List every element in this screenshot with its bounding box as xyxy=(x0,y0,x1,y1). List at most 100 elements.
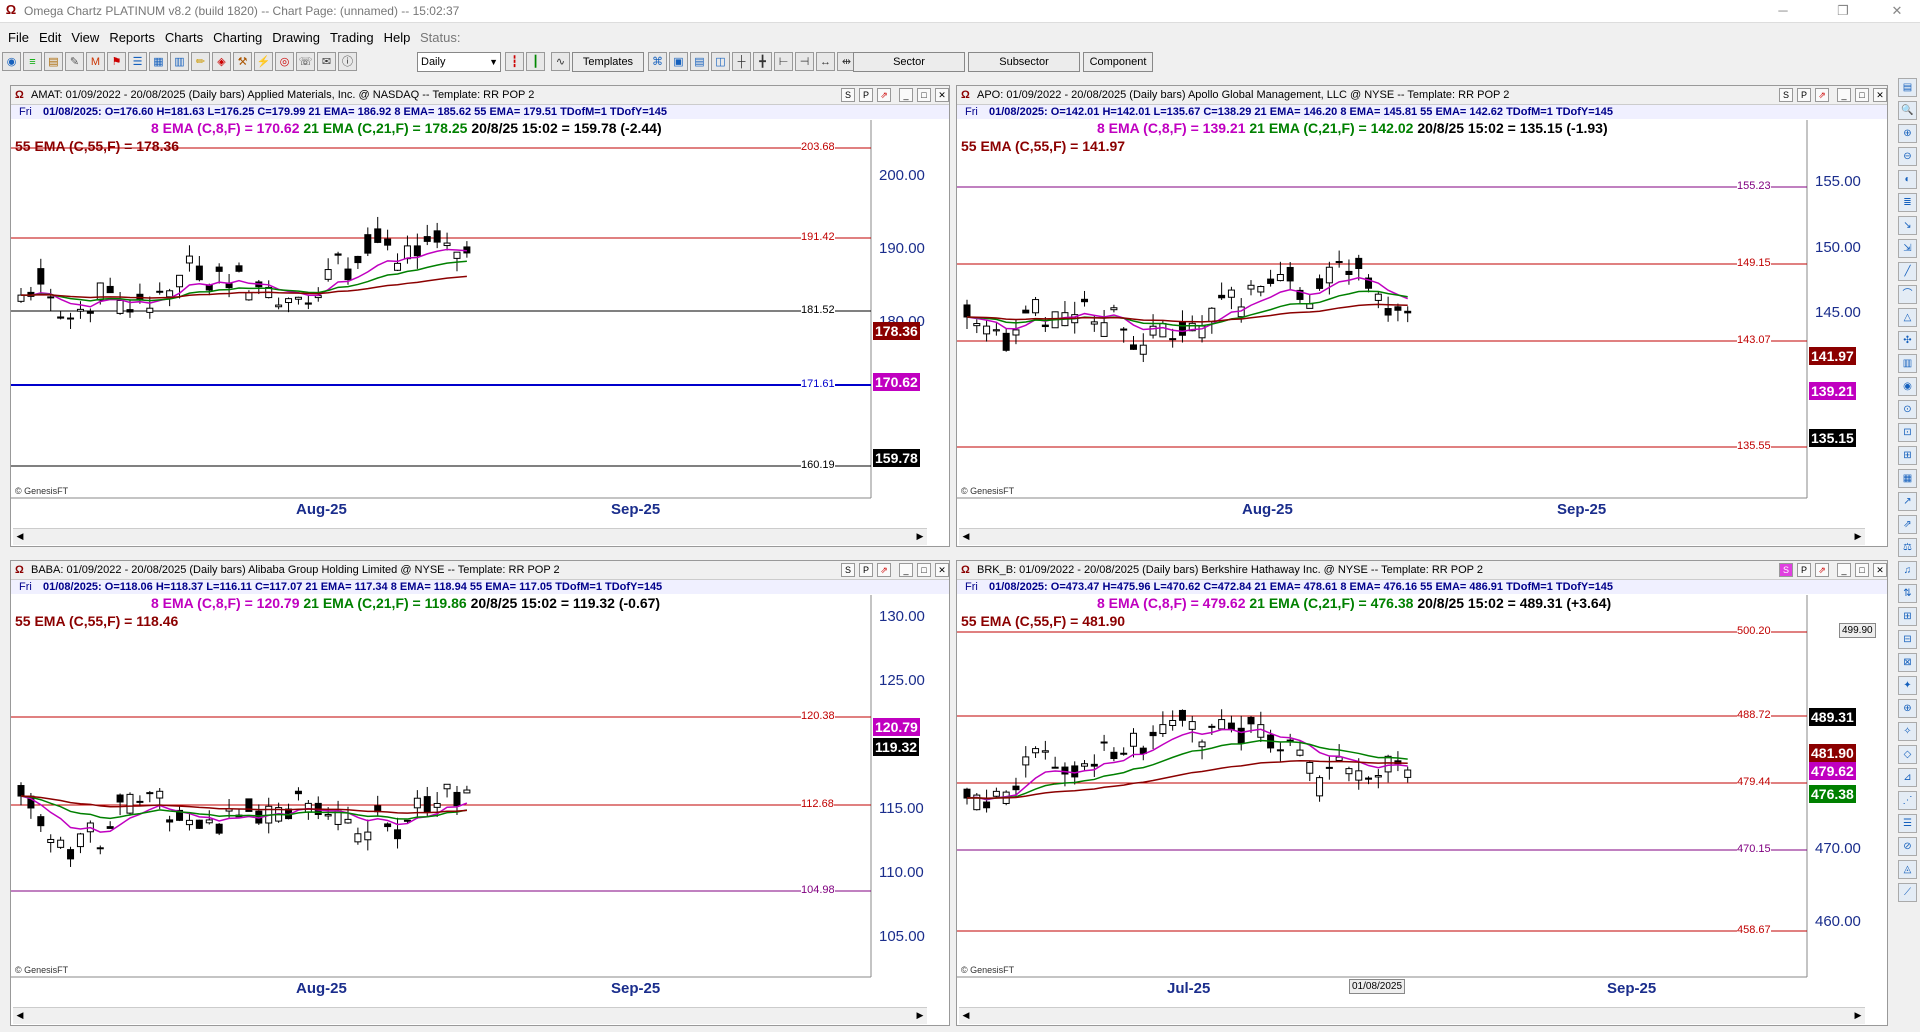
drawing-tool-4-icon[interactable]: ⊖ xyxy=(1898,147,1917,166)
menu-help[interactable]: Help xyxy=(379,27,416,49)
chart-panel-amat[interactable]: Ω AMAT: 01/09/2022 - 20/08/2025 (Daily ba… xyxy=(10,85,950,547)
drawing-tool-35-icon[interactable]: ◬ xyxy=(1898,860,1917,879)
phone-icon[interactable]: ☏ xyxy=(296,52,315,71)
drawing-tool-1-icon[interactable]: ▤ xyxy=(1898,78,1917,97)
menu-reports[interactable]: Reports xyxy=(104,27,160,49)
traffic-light-icon[interactable]: ≡ xyxy=(23,52,42,71)
menu-view[interactable]: View xyxy=(66,27,104,49)
menu-charts[interactable]: Charts xyxy=(160,27,208,49)
globe-icon[interactable]: ◉ xyxy=(2,52,21,71)
target-icon[interactable]: ◎ xyxy=(275,52,294,71)
drawing-tool-36-icon[interactable]: ⟋ xyxy=(1898,883,1917,902)
drawing-tool-15-icon[interactable]: ⊙ xyxy=(1898,400,1917,419)
span-left-icon[interactable]: ⊢ xyxy=(774,52,793,71)
close-icon[interactable]: ✕ xyxy=(1874,0,1920,22)
drawing-tool-10-icon[interactable]: ⌒ xyxy=(1898,285,1917,304)
table-icon[interactable]: ▥ xyxy=(170,52,189,71)
menu-edit[interactable]: Edit xyxy=(34,27,66,49)
tool-icon[interactable]: ⚒ xyxy=(233,52,252,71)
drawing-tool-32-icon[interactable]: ⋰ xyxy=(1898,791,1917,810)
drawing-tool-33-icon[interactable]: ☰ xyxy=(1898,814,1917,833)
drawing-tool-29-icon[interactable]: ✧ xyxy=(1898,722,1917,741)
component-button[interactable]: Component xyxy=(1083,52,1153,72)
menu-file[interactable]: File xyxy=(3,27,34,49)
drawing-tool-2-icon[interactable]: 🔍 xyxy=(1898,101,1917,120)
drawing-tool-31-icon[interactable]: ⊿ xyxy=(1898,768,1917,787)
subsector-button[interactable]: Subsector xyxy=(968,52,1080,72)
drawing-tool-21-icon[interactable]: ⚖ xyxy=(1898,538,1917,557)
scroll-left-icon[interactable]: ◀ xyxy=(959,529,973,543)
drawing-tool-17-icon[interactable]: ⊞ xyxy=(1898,446,1917,465)
horizontal-scrollbar[interactable]: ◀ ▶ xyxy=(959,528,1865,545)
drawing-tool-8-icon[interactable]: ⇲ xyxy=(1898,239,1917,258)
flag-icon[interactable]: ⚑ xyxy=(107,52,126,71)
minimize-icon[interactable]: ─ xyxy=(1760,0,1806,22)
list-icon[interactable]: ☰ xyxy=(128,52,147,71)
menu-drawing[interactable]: Drawing xyxy=(267,27,325,49)
drawing-tool-6-icon[interactable]: ≣ xyxy=(1898,193,1917,212)
scroll-right-icon[interactable]: ▶ xyxy=(913,529,927,543)
price-chart-canvas[interactable] xyxy=(11,86,950,547)
sector-button[interactable]: Sector xyxy=(853,52,965,72)
scroll-right-icon[interactable]: ▶ xyxy=(1851,1008,1865,1022)
templates-button[interactable]: Templates xyxy=(572,52,644,72)
drawing-tool-28-icon[interactable]: ⊕ xyxy=(1898,699,1917,718)
period-select[interactable]: Daily ▼ xyxy=(417,52,501,72)
drawing-tool-11-icon[interactable]: △ xyxy=(1898,308,1917,327)
horizontal-scrollbar[interactable]: ◀ ▶ xyxy=(959,1007,1865,1024)
chart-panel-baba[interactable]: Ω BABA: 01/09/2022 - 20/08/2025 (Daily ba… xyxy=(10,560,950,1026)
span-right-icon[interactable]: ⊣ xyxy=(795,52,814,71)
info-icon[interactable]: ⓘ xyxy=(338,52,357,71)
drawing-tool-7-icon[interactable]: ↘ xyxy=(1898,216,1917,235)
chat-icon[interactable]: ✉ xyxy=(317,52,336,71)
drawing-tool-26-icon[interactable]: ⊠ xyxy=(1898,653,1917,672)
drawing-tool-24-icon[interactable]: ⊞ xyxy=(1898,607,1917,626)
layers-icon[interactable]: ◫ xyxy=(711,52,730,71)
chart-m-icon[interactable]: M xyxy=(86,52,105,71)
page-icon[interactable]: ▣ xyxy=(669,52,688,71)
grid-icon[interactable]: ▦ xyxy=(149,52,168,71)
drawing-tool-12-icon[interactable]: ✣ xyxy=(1898,331,1917,350)
stack-icon[interactable]: ▤ xyxy=(690,52,709,71)
menu-charting[interactable]: Charting xyxy=(208,27,267,49)
drawing-tool-23-icon[interactable]: ⇅ xyxy=(1898,584,1917,603)
menu-trading[interactable]: Trading xyxy=(325,27,379,49)
drawing-tool-3-icon[interactable]: ⊕ xyxy=(1898,124,1917,143)
drawing-tool-34-icon[interactable]: ⊘ xyxy=(1898,837,1917,856)
cursor-icon[interactable]: ┼ xyxy=(732,52,751,71)
drawing-tool-9-icon[interactable]: ╱ xyxy=(1898,262,1917,281)
chart-panel-brk[interactable]: Ω BRK_B: 01/09/2022 - 20/08/2025 (Daily b… xyxy=(956,560,1888,1026)
drawing-tool-20-icon[interactable]: ⇗ xyxy=(1898,515,1917,534)
price-chart-canvas[interactable] xyxy=(11,561,950,1026)
drawing-tool-5-icon[interactable]: ◐ xyxy=(1898,170,1917,189)
network-icon[interactable]: ⌘ xyxy=(648,52,667,71)
span-icon[interactable]: ↔ xyxy=(816,52,835,71)
chart-panel-apo[interactable]: Ω APO: 01/09/2022 - 20/08/2025 (Daily bar… xyxy=(956,85,1888,547)
drawing-tool-13-icon[interactable]: ▥ xyxy=(1898,354,1917,373)
scanner-icon[interactable]: ▤ xyxy=(44,52,63,71)
restore-icon[interactable]: ❐ xyxy=(1820,0,1866,22)
candle-chart-icon[interactable]: ┃ xyxy=(526,52,545,71)
scroll-left-icon[interactable]: ◀ xyxy=(13,529,27,543)
drawing-tool-22-icon[interactable]: ♫ xyxy=(1898,561,1917,580)
drawing-tool-16-icon[interactable]: ⊡ xyxy=(1898,423,1917,442)
drawing-tool-14-icon[interactable]: ◉ xyxy=(1898,377,1917,396)
scroll-left-icon[interactable]: ◀ xyxy=(959,1008,973,1022)
note-icon[interactable]: ✎ xyxy=(65,52,84,71)
drawing-tool-19-icon[interactable]: ↗ xyxy=(1898,492,1917,511)
bar-chart-icon[interactable]: ┇ xyxy=(505,52,524,71)
drawing-tool-30-icon[interactable]: ◇ xyxy=(1898,745,1917,764)
horizontal-scrollbar[interactable]: ◀ ▶ xyxy=(13,1007,927,1024)
pencil-icon[interactable]: ✏ xyxy=(191,52,210,71)
price-chart-canvas[interactable] xyxy=(957,86,1888,547)
lightning-icon[interactable]: ⚡ xyxy=(254,52,273,71)
scroll-right-icon[interactable]: ▶ xyxy=(913,1008,927,1022)
scroll-right-icon[interactable]: ▶ xyxy=(1851,529,1865,543)
drawing-tool-18-icon[interactable]: ▦ xyxy=(1898,469,1917,488)
bookmark-icon[interactable]: ◈ xyxy=(212,52,231,71)
crosshair-icon[interactable]: ╋ xyxy=(753,52,772,71)
drawing-tool-27-icon[interactable]: ✦ xyxy=(1898,676,1917,695)
horizontal-scrollbar[interactable]: ◀ ▶ xyxy=(13,528,927,545)
line-chart-icon[interactable]: ∿ xyxy=(551,52,570,71)
drawing-tool-25-icon[interactable]: ⊟ xyxy=(1898,630,1917,649)
